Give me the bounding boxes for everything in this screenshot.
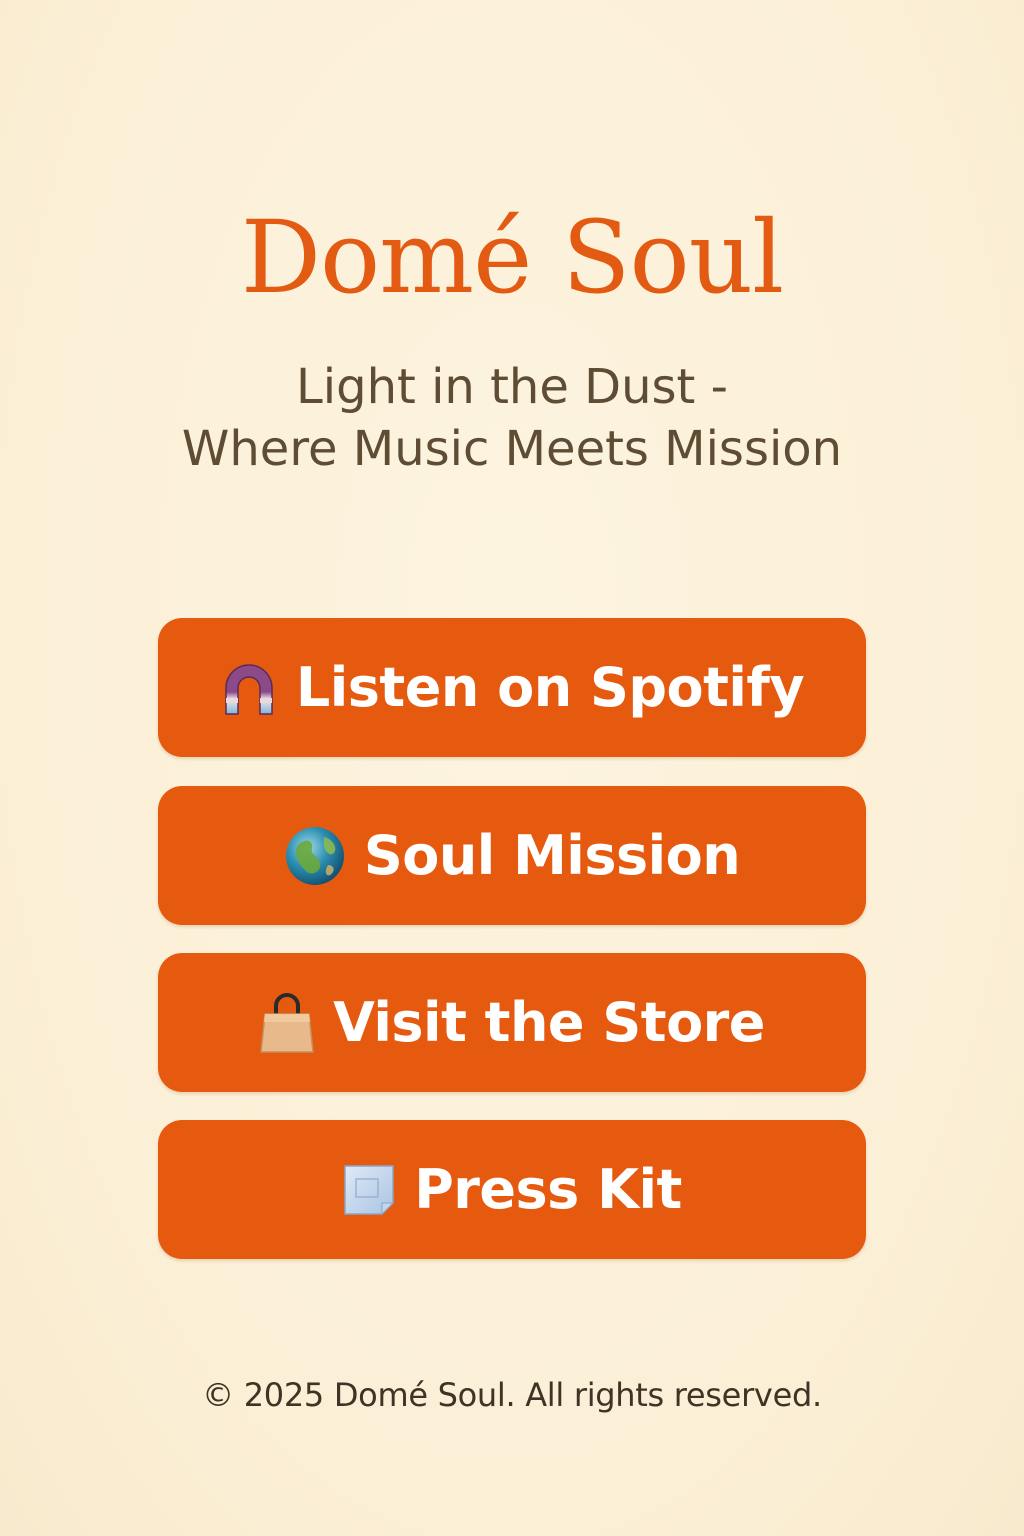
globe-icon xyxy=(284,825,346,887)
soul-mission-label: Soul Mission xyxy=(363,824,741,887)
headphones-icon xyxy=(220,658,278,718)
visit-the-store-label: Visit the Store xyxy=(333,991,765,1054)
tagline-line-2: Where Music Meets Mission xyxy=(181,421,843,477)
soul-mission-button[interactable]: Soul Mission xyxy=(158,786,866,925)
page-title: Domé Soul xyxy=(240,199,784,316)
press-kit-label: Press Kit xyxy=(414,1158,682,1221)
link-in-bio-page: Domé Soul Light in the Dust - Where Musi… xyxy=(0,0,1024,1536)
listen-on-spotify-button[interactable]: Listen on Spotify xyxy=(158,618,866,757)
tagline: Light in the Dust - Where Music Meets Mi… xyxy=(0,356,1024,480)
visit-the-store-button[interactable]: Visit the Store xyxy=(158,953,866,1092)
press-kit-button[interactable]: Press Kit xyxy=(158,1120,866,1259)
tagline-line-1: Light in the Dust - xyxy=(296,359,728,415)
document-icon xyxy=(342,1163,396,1217)
shopping-bag-icon xyxy=(259,992,315,1054)
listen-on-spotify-label: Listen on Spotify xyxy=(295,656,805,719)
copyright-footer: © 2025 Domé Soul. All rights reserved. xyxy=(202,1376,822,1414)
